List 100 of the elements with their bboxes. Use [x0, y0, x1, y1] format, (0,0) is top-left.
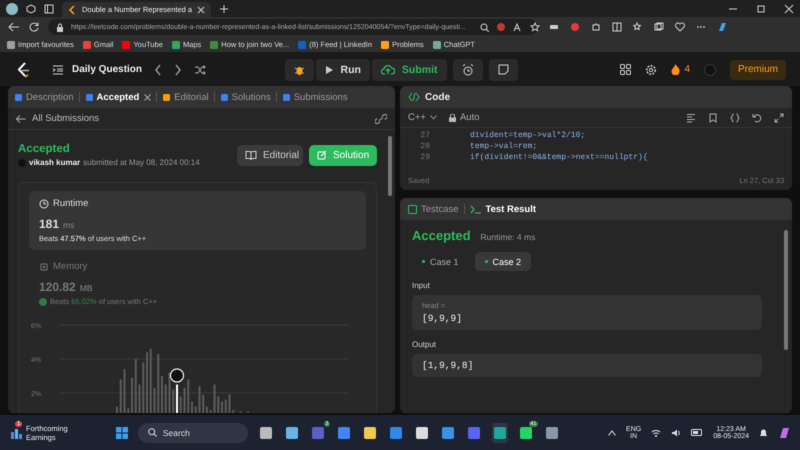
- line-number: 27: [419, 130, 431, 141]
- scrollbar[interactable]: [784, 230, 788, 350]
- search-icon: [148, 428, 157, 437]
- close-icon[interactable]: [197, 6, 206, 14]
- logo-icon[interactable]: [16, 62, 30, 78]
- debug-button[interactable]: [284, 58, 314, 80]
- output-label: Output: [412, 340, 438, 349]
- line-number: 29: [419, 152, 431, 163]
- language-dropdown[interactable]: C++: [408, 112, 437, 123]
- chart-icon: [10, 426, 22, 438]
- code-icon: [408, 92, 420, 102]
- bookmark-icon[interactable]: [708, 112, 718, 122]
- chevron-left-icon[interactable]: [154, 64, 162, 76]
- submission-time: submitted at May 08, 2024 00:14: [83, 158, 200, 167]
- tab-list-icon[interactable]: [44, 4, 54, 14]
- scrollbar[interactable]: [388, 136, 392, 196]
- chip-icon: [39, 262, 49, 272]
- star-icon[interactable]: [530, 22, 540, 32]
- book-icon: [245, 150, 257, 160]
- copilot-icon[interactable]: [778, 426, 790, 438]
- premium-button[interactable]: Premium: [730, 60, 786, 80]
- chevron-up-icon[interactable]: [608, 430, 616, 436]
- panel-tab[interactable]: Description: [14, 92, 74, 102]
- output-value: [1,9,9,8]: [422, 360, 474, 371]
- back-arrow-icon[interactable]: [8, 22, 20, 32]
- note-icon: [498, 64, 509, 75]
- stat-value: 181: [39, 217, 60, 231]
- panel-tab[interactable]: Testcase: [408, 204, 458, 214]
- extension-icon[interactable]: [549, 22, 559, 32]
- line-number: 28: [419, 141, 431, 152]
- grid-icon[interactable]: [620, 64, 632, 75]
- chevron-down-icon: [430, 115, 437, 120]
- input-label: Input: [412, 281, 431, 290]
- auto-mode-toggle[interactable]: Auto: [448, 112, 480, 123]
- runtime-text: Runtime: 4 ms: [480, 232, 536, 242]
- taskbar-app[interactable]: [492, 422, 508, 442]
- cloud-upload-icon: [380, 64, 395, 75]
- result-status: Accepted: [412, 228, 471, 243]
- bell-icon[interactable]: [759, 428, 768, 438]
- code-editor[interactable]: 27 divident=temp->val*2/10; 28 temp->val=rem; 29 if(divident!=0&&temp->next==nullptr){: [400, 128, 792, 170]
- flame-icon: [671, 64, 680, 75]
- streak-counter[interactable]: 4: [671, 64, 690, 75]
- maximize-icon[interactable]: [756, 4, 766, 14]
- back-link[interactable]: All Submissions: [16, 113, 100, 124]
- collections-icon[interactable]: [654, 22, 664, 32]
- site-icon: [68, 4, 77, 14]
- edit-icon: [317, 150, 327, 160]
- panel-tab[interactable]: Solutions: [220, 92, 271, 102]
- search-field[interactable]: Search: [138, 422, 248, 442]
- submission-status: Accepted: [18, 143, 71, 155]
- timer-button[interactable]: [452, 58, 483, 80]
- panel-tab[interactable]: Test Result: [470, 204, 536, 214]
- run-button[interactable]: Run: [316, 58, 370, 80]
- close-icon[interactable]: [144, 94, 152, 100]
- terminal-icon: [470, 204, 482, 214]
- case-tab[interactable]: Case 1: [412, 252, 469, 271]
- input-value: [9,9,9]: [422, 313, 463, 324]
- wifi-icon[interactable]: [651, 428, 662, 436]
- panel-tab[interactable]: Submissions: [282, 92, 348, 102]
- checkbox-icon: [408, 204, 417, 214]
- expand-icon[interactable]: [774, 112, 784, 122]
- stat-title: Memory: [53, 261, 88, 272]
- cube-icon[interactable]: [26, 4, 36, 14]
- case-tab[interactable]: Case 2: [474, 252, 532, 271]
- alarm-clock-icon: [462, 64, 474, 76]
- panel-tab[interactable]: Editorial: [162, 92, 209, 102]
- clock-icon: [39, 198, 49, 208]
- author-name[interactable]: vikash kumar: [29, 158, 80, 167]
- start-icon[interactable]: [116, 426, 128, 438]
- favourites-icon[interactable]: [633, 22, 643, 32]
- link-icon[interactable]: [375, 114, 387, 124]
- format-icon[interactable]: [686, 112, 696, 122]
- submit-button[interactable]: Submit: [372, 58, 447, 80]
- heart-pulse-icon[interactable]: [675, 22, 685, 32]
- editorial-button[interactable]: Editorial: [237, 144, 303, 166]
- copilot-icon[interactable]: [717, 22, 727, 32]
- notes-button[interactable]: [488, 58, 518, 80]
- chevron-right-icon[interactable]: [174, 64, 182, 76]
- puzzle-icon[interactable]: [591, 22, 601, 32]
- stat-unit: MB: [80, 283, 92, 293]
- read-aloud-icon[interactable]: [512, 22, 523, 32]
- panel-title: Code: [425, 92, 450, 102]
- split-screen-icon[interactable]: [612, 22, 622, 32]
- daily-question-button[interactable]: Daily Question: [52, 64, 142, 75]
- reload-icon[interactable]: [29, 22, 39, 32]
- new-tab-icon[interactable]: [219, 4, 230, 14]
- shuffle-icon[interactable]: [194, 64, 206, 74]
- battery-icon[interactable]: [691, 429, 704, 436]
- lock-icon: [56, 22, 64, 32]
- list-icon: [52, 64, 64, 74]
- profile-avatar[interactable]: [6, 2, 18, 14]
- zoom-icon[interactable]: [480, 22, 489, 32]
- lock-icon: [448, 114, 456, 122]
- pass-dot: [422, 260, 425, 263]
- panel-tab[interactable]: Accepted: [84, 92, 140, 102]
- close-icon[interactable]: [784, 4, 794, 14]
- speaker-icon[interactable]: [671, 428, 682, 436]
- settings-icon[interactable]: [645, 64, 658, 76]
- braces-icon[interactable]: [730, 112, 740, 122]
- reset-icon[interactable]: [752, 112, 762, 122]
